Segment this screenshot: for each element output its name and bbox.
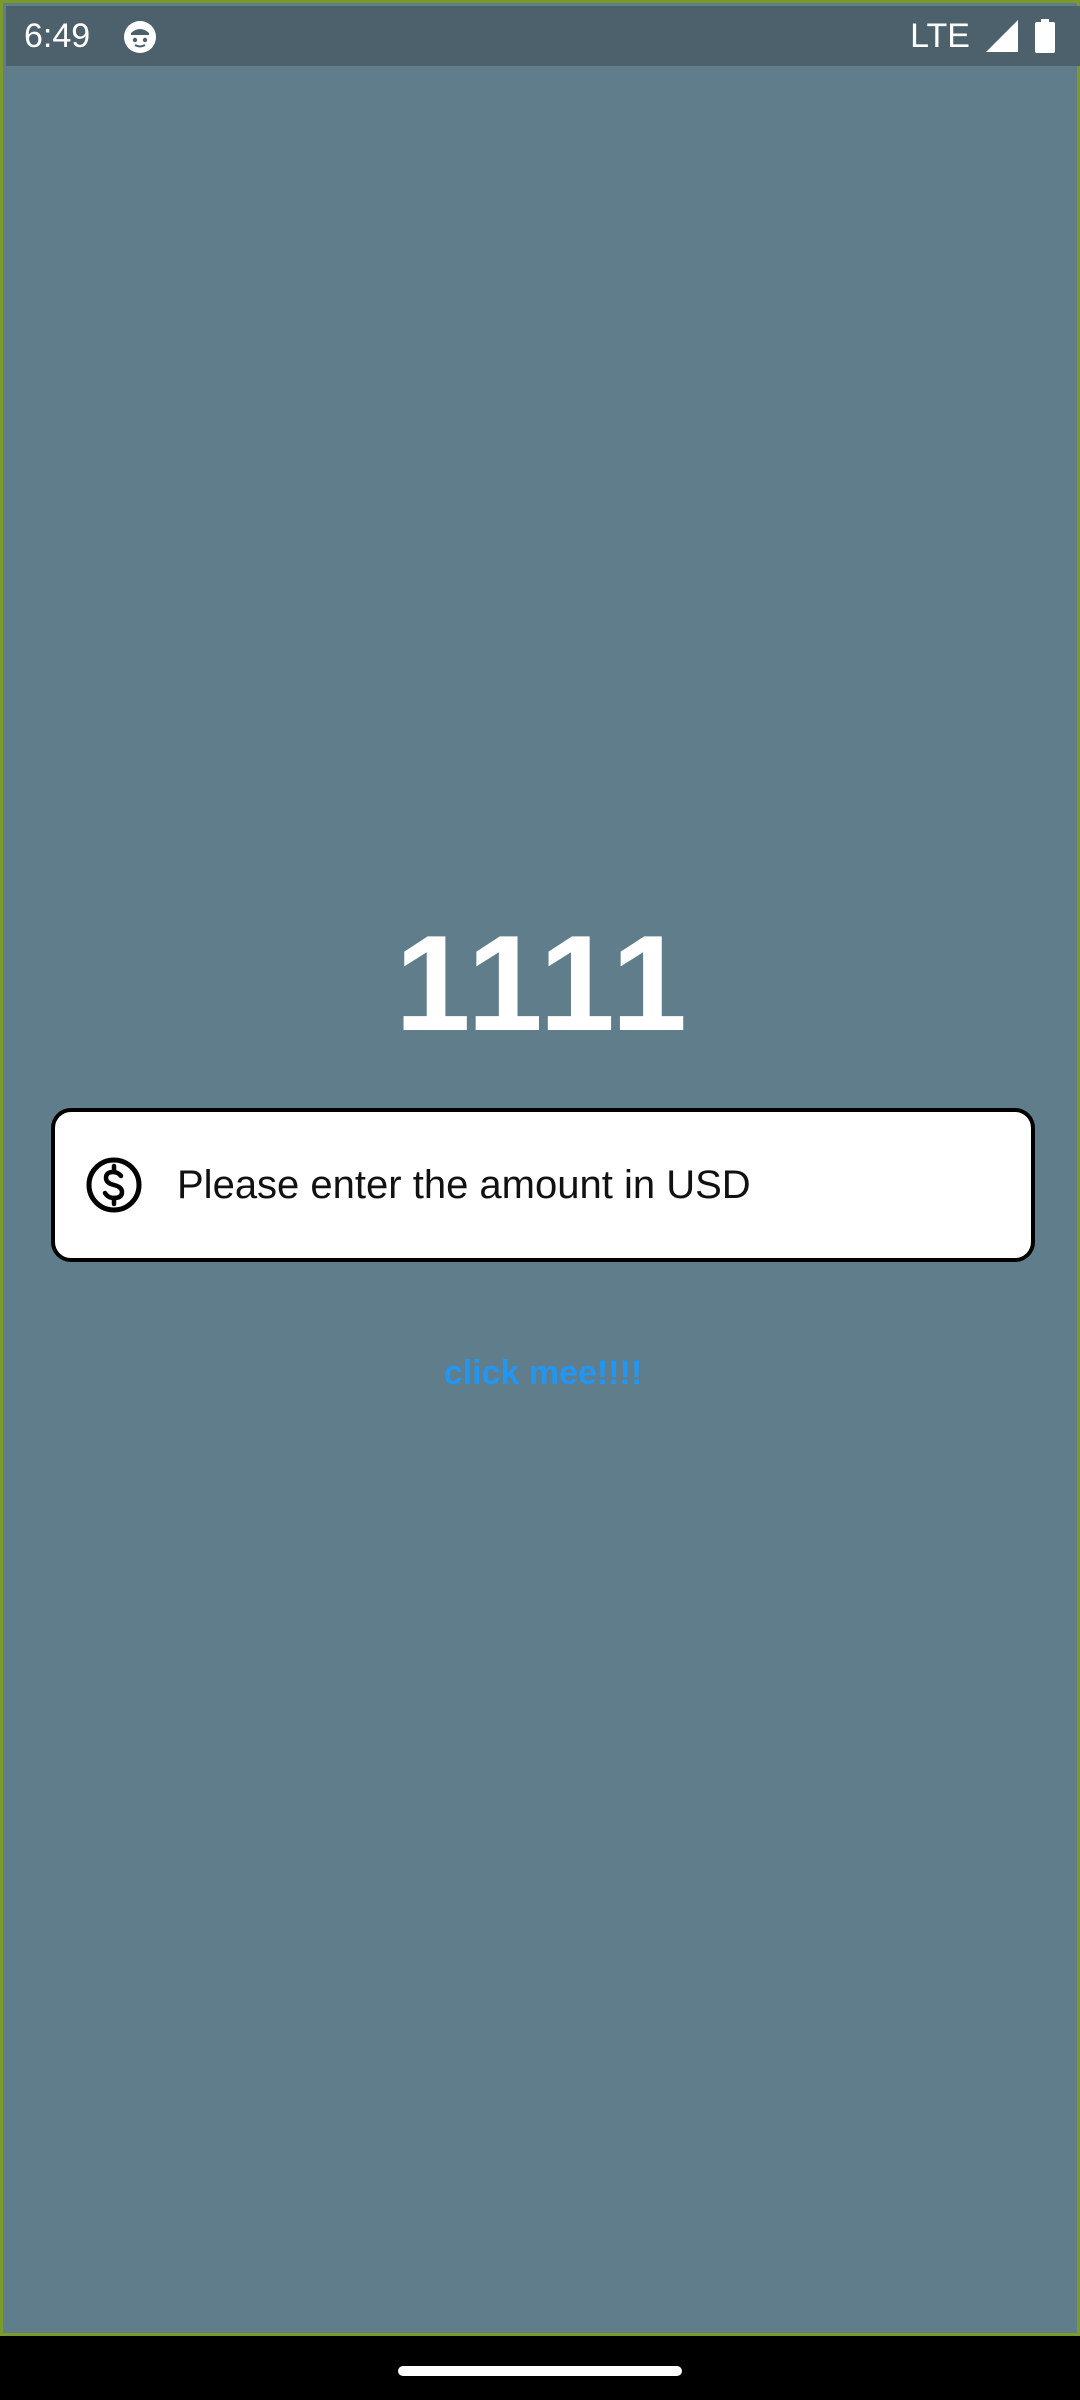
status-icons: LTE [910,14,1056,58]
signal-icon [986,20,1018,52]
app-body: 6:49 LTE 1111 Please enter the amount in… [0,0,1080,2336]
dollar-circle-icon [86,1157,142,1213]
click-me-button[interactable]: click mee!!!! [403,1343,683,1403]
converted-amount: 1111 [394,907,692,1059]
status-bar: 6:49 LTE [6,6,1080,66]
navigation-bar [0,2336,1080,2400]
screen: 6:49 LTE 1111 Please enter the amount in… [0,0,1080,2400]
amount-input[interactable] [177,1155,1031,1215]
battery-icon [1035,19,1055,53]
amount-field[interactable] [51,1108,1035,1262]
app-notification-icon [124,21,156,53]
network-type: LTE [910,17,970,55]
status-time: 6:49 [24,17,91,55]
home-gesture-handle[interactable] [398,2366,682,2376]
